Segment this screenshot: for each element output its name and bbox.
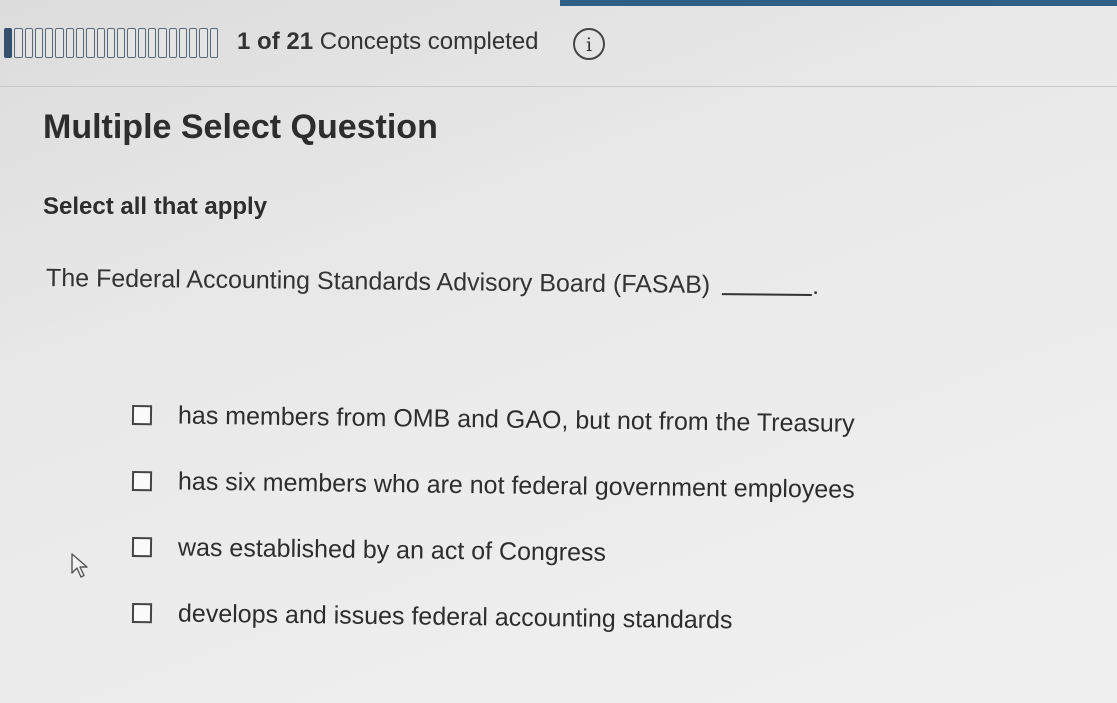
answer-option-label: has members from OMB and GAO, but not fr… [177, 401, 855, 438]
answer-option[interactable]: has six members who are not federal gove… [131, 461, 855, 510]
checkbox[interactable] [131, 471, 153, 492]
top-accent-bar [560, 0, 1117, 6]
progress-segment [209, 28, 218, 58]
progress-segment [96, 28, 105, 58]
question-instruction: Select all that apply [43, 193, 268, 220]
question-prompt-end: . [812, 272, 820, 301]
progress-segment [34, 28, 44, 58]
progress-of-label: of [257, 28, 280, 55]
answer-option-label: develops and issues federal accounting s… [177, 599, 733, 634]
question-prompt: The Federal Accounting Standards Advisor… [46, 264, 819, 301]
progress-segment [55, 28, 64, 58]
progress-segment [45, 28, 54, 58]
answer-option[interactable]: was established by an act of Congress [131, 527, 855, 576]
question-type-title: Multiple Select Question [43, 108, 438, 146]
mouse-pointer-icon [71, 553, 88, 578]
progress-total-count: 21 [286, 28, 314, 55]
progress-segment [106, 28, 116, 58]
progress-segment [86, 28, 95, 58]
checkbox[interactable] [131, 405, 153, 426]
answer-blank [722, 293, 813, 297]
progress-segment [147, 28, 157, 58]
progress-header: 1 of 21 Concepts completed i [0, 22, 1117, 62]
info-icon[interactable]: i [573, 28, 605, 60]
checkbox[interactable] [131, 603, 153, 624]
answer-options: has members from OMB and GAO, but not fr… [131, 395, 855, 659]
progress-segment [178, 28, 188, 58]
progress-segment [24, 28, 33, 58]
progress-bar [4, 28, 218, 58]
header-divider [0, 86, 1117, 87]
answer-option[interactable]: develops and issues federal accounting s… [131, 593, 855, 642]
progress-segment [137, 28, 146, 58]
progress-segment [117, 28, 126, 58]
progress-segment [199, 28, 208, 58]
question-prompt-text: The Federal Accounting Standards Advisor… [45, 264, 711, 299]
progress-completed-count: 1 [237, 28, 251, 55]
progress-segment [158, 28, 167, 58]
progress-segment [189, 28, 198, 58]
progress-segment [14, 28, 23, 58]
progress-segment [127, 28, 136, 58]
answer-option[interactable]: has members from OMB and GAO, but not fr… [131, 395, 855, 444]
progress-text: 1 of 21 Concepts completed [237, 28, 539, 56]
progress-suffix: Concepts completed [319, 28, 539, 55]
answer-option-label: has six members who are not federal gove… [177, 467, 855, 504]
answer-option-label: was established by an act of Congress [177, 533, 607, 567]
progress-segment [65, 28, 74, 58]
progress-segment-filled [4, 28, 13, 58]
checkbox[interactable] [131, 537, 153, 558]
progress-segment [75, 28, 85, 58]
progress-segment [168, 28, 177, 58]
